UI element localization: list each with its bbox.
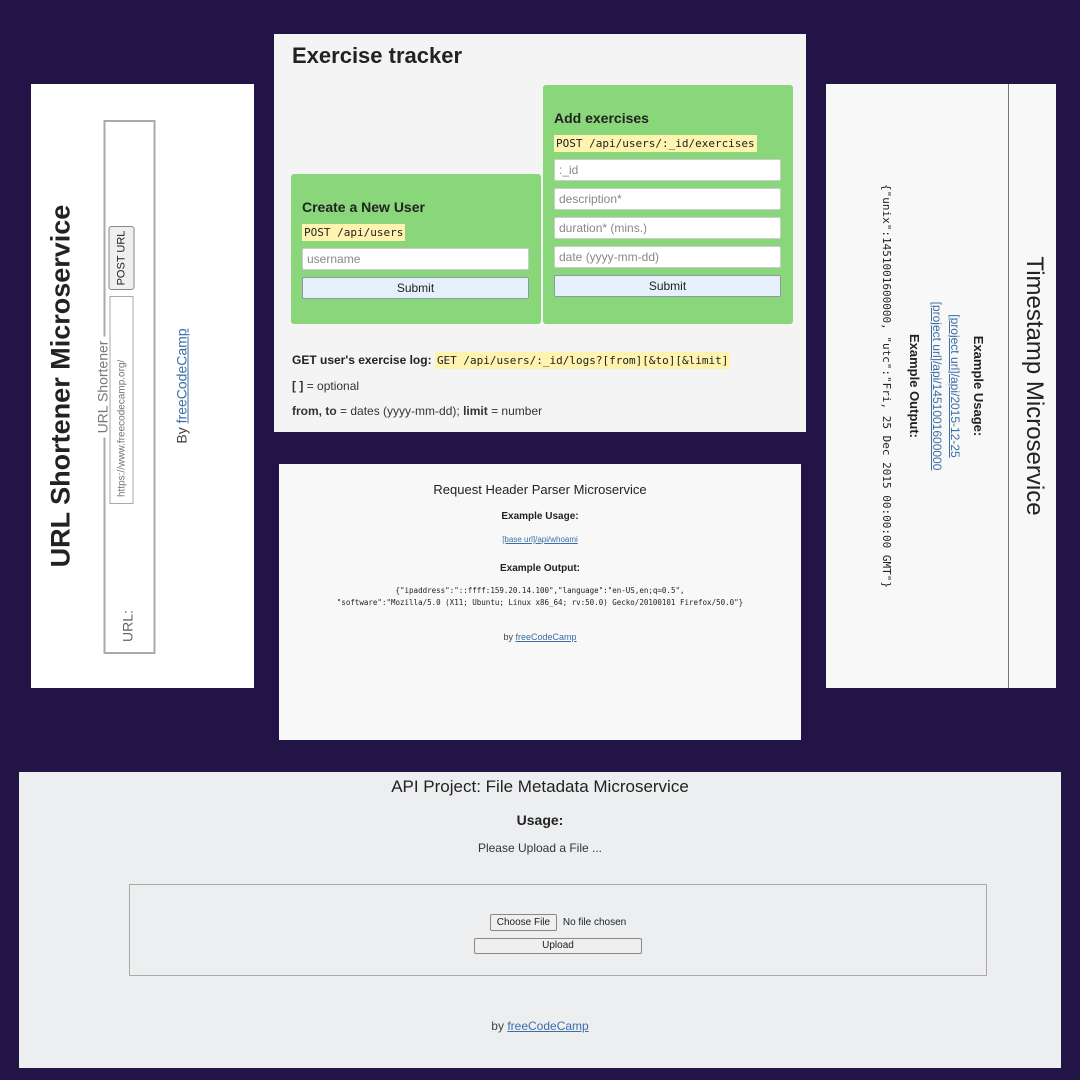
timestamp-example-output: Example Output: xyxy=(907,333,922,438)
file-metadata-title: API Project: File Metadata Microservice xyxy=(391,777,689,796)
exercise-log-line: GET user's exercise log: GET /api/users/… xyxy=(292,352,731,369)
limit-text: = number xyxy=(491,404,543,418)
duration-input[interactable]: duration* (mins.) xyxy=(554,217,781,239)
post-url-button[interactable]: POST URL xyxy=(108,226,134,290)
url-shortener-title: URL Shortener Microservice xyxy=(45,204,75,568)
file-metadata-credit: by freeCodeCamp xyxy=(19,1019,1061,1033)
add-exercises-endpoint: POST /api/users/:_id/exercises xyxy=(554,135,757,152)
create-user-card: Create a New User POST /api/users userna… xyxy=(291,174,541,324)
freecodecamp-link[interactable]: freeCodeCamp xyxy=(507,1019,588,1033)
add-exercises-heading: Add exercises xyxy=(554,110,649,126)
header-parser-title: Request Header Parser Microservice xyxy=(433,482,647,497)
create-user-endpoint: POST /api/users xyxy=(302,224,406,241)
file-metadata-instructions: Please Upload a File ... xyxy=(477,841,603,855)
url-shortener-fieldset: URL Shortener URL: POST URL xyxy=(94,120,155,654)
limit-key: limit xyxy=(463,404,488,418)
timestamp-date-link[interactable]: [project url]/api/2015-12-25 xyxy=(948,314,962,457)
upload-form: Choose File No file chosen Upload xyxy=(129,884,987,976)
add-exercise-submit-button[interactable]: Submit xyxy=(554,275,781,297)
header-parser-example-output: Example Output: xyxy=(499,563,580,574)
file-status: No file chosen xyxy=(562,917,627,928)
create-user-submit-button[interactable]: Submit xyxy=(302,277,529,299)
dates-note: from, to = dates (yyyy-mm-dd); limit = n… xyxy=(292,404,542,418)
file-input-row: Choose File No file chosen xyxy=(130,914,986,931)
timestamp-divider xyxy=(1008,84,1009,688)
url-shortener-legend: URL Shortener xyxy=(94,336,110,438)
exercise-tracker-panel: Exercise tracker Create a New User POST … xyxy=(274,34,806,432)
description-input[interactable]: description* xyxy=(554,188,781,210)
whoami-link[interactable]: [base url]/api/whoami xyxy=(502,535,578,544)
header-parser-output-line-1: {"ipaddress":"::ffff:159.20.14.100","lan… xyxy=(395,586,685,595)
dates-keys: from, to xyxy=(292,404,337,418)
url-shortener-panel: URL Shortener Microservice URL Shortener… xyxy=(31,84,254,688)
header-parser-credit: by freeCodeCamp xyxy=(279,632,801,642)
timestamp-unix-link[interactable]: [project url]/api/1451001600000 xyxy=(930,302,944,471)
timestamp-content: Timestamp Microservice Example Usage: [p… xyxy=(826,84,1056,688)
credit-prefix: By xyxy=(173,427,189,444)
date-input[interactable]: date (yyyy-mm-dd) xyxy=(554,246,781,268)
file-metadata-panel: API Project: File Metadata Microservice … xyxy=(19,772,1061,1068)
freecodecamp-link[interactable]: freeCodeCamp xyxy=(516,632,577,642)
url-input[interactable] xyxy=(109,296,133,504)
user-id-input[interactable]: :_id xyxy=(554,159,781,181)
header-parser-panel: Request Header Parser Microservice Examp… xyxy=(279,464,801,740)
optional-brackets: [ ] xyxy=(292,379,304,393)
optional-text: = optional xyxy=(306,379,360,393)
credit-prefix: by xyxy=(491,1019,504,1033)
timestamp-output-json: {"unix":1451001600000, "utc":"Fri, 25 De… xyxy=(880,184,893,588)
header-parser-output-line-2: "software":"Mozilla/5.0 (X11; Ubuntu; Li… xyxy=(336,598,744,607)
choose-file-button[interactable]: Choose File xyxy=(489,914,558,931)
timestamp-panel: Timestamp Microservice Example Usage: [p… xyxy=(826,84,1056,688)
exercise-tracker-title: Exercise tracker xyxy=(292,43,463,68)
exercise-log-label: GET user's exercise log: xyxy=(292,353,432,367)
username-input[interactable]: username xyxy=(302,248,529,270)
add-exercises-card: Add exercises POST /api/users/:_id/exerc… xyxy=(543,85,793,324)
url-shortener-credit: By freeCodeCamp xyxy=(173,84,189,688)
freecodecamp-link[interactable]: freeCodeCamp xyxy=(173,328,189,423)
exercise-log-endpoint: GET /api/users/:_id/logs?[from][&to][&li… xyxy=(434,352,731,369)
file-metadata-usage: Usage: xyxy=(516,812,564,828)
upload-button[interactable]: Upload xyxy=(474,938,642,954)
timestamp-title: Timestamp Microservice xyxy=(1021,256,1048,516)
url-label: URL: xyxy=(119,610,135,642)
url-shortener-content: URL Shortener Microservice URL Shortener… xyxy=(31,84,254,688)
optional-note: [ ] = optional xyxy=(292,379,359,393)
dates-text: = dates (yyyy-mm-dd); xyxy=(340,404,460,418)
create-user-heading: Create a New User xyxy=(302,199,425,215)
header-parser-example-usage: Example Usage: xyxy=(501,511,579,522)
timestamp-example-usage: Example Usage: xyxy=(971,335,986,437)
credit-prefix: by xyxy=(503,632,513,642)
